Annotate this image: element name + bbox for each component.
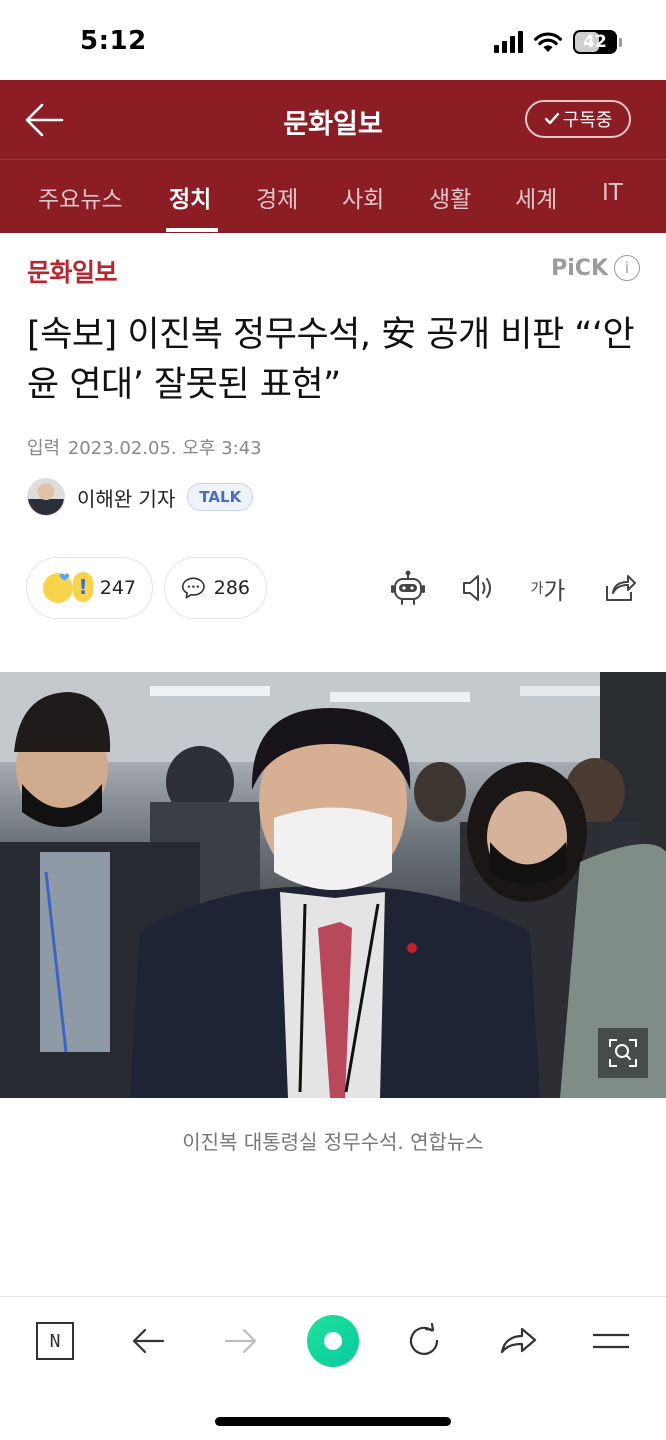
- arrow-left-icon: [132, 1328, 165, 1354]
- info-icon: i: [614, 255, 640, 281]
- subscribe-label: 구독중: [562, 110, 613, 131]
- arrow-right-icon: [224, 1328, 257, 1354]
- browser-share-button[interactable]: [494, 1317, 542, 1365]
- section-tabs: 주요뉴스 정치 경제 사회 생활 세계 IT: [0, 159, 666, 233]
- check-icon: [544, 112, 559, 125]
- browser-back-button[interactable]: [124, 1317, 172, 1365]
- font-size-button[interactable]: 가가: [528, 568, 568, 608]
- talk-button[interactable]: TALK: [187, 483, 254, 511]
- speaker-icon: [463, 575, 491, 601]
- reporter-name: 이해완 기자: [77, 486, 176, 511]
- status-bar: 5:12 42: [0, 0, 666, 80]
- reaction-count: 247: [99, 577, 136, 599]
- green-dot-button[interactable]: [307, 1315, 359, 1367]
- tab-main-news[interactable]: 주요뉴스: [38, 180, 123, 214]
- published-time: 2023.02.05. 오후 3:43: [67, 438, 262, 459]
- naver-home-button[interactable]: N: [31, 1317, 79, 1365]
- status-time: 5:12: [80, 26, 147, 56]
- battery-icon: 42: [573, 30, 617, 54]
- reporter-avatar: [27, 478, 65, 516]
- press-logo[interactable]: 문화일보: [27, 253, 118, 289]
- tab-economy[interactable]: 경제: [256, 180, 298, 214]
- wifi-icon: [534, 32, 562, 52]
- article-photo[interactable]: [0, 672, 666, 1098]
- browser-forward-button[interactable]: [217, 1317, 265, 1365]
- tab-it[interactable]: IT: [602, 180, 623, 206]
- published-date: 입력 2023.02.05. 오후 3:43: [27, 434, 262, 460]
- font-size-large-label: 가: [543, 576, 566, 605]
- green-dot-icon: [307, 1315, 359, 1367]
- reload-icon: [409, 1322, 439, 1355]
- photo-caption: 이진복 대통령실 정무수석. 연합뉴스: [182, 1130, 484, 1154]
- text-to-speech-button[interactable]: [458, 568, 498, 608]
- status-icons: 42: [494, 30, 622, 54]
- share-icon: [606, 575, 636, 601]
- robot-icon: [391, 570, 425, 605]
- active-tab-indicator: [166, 228, 218, 232]
- pick-label: PiCK: [551, 255, 608, 281]
- reaction-emoji-icon: ❤ !: [43, 571, 93, 605]
- share-button[interactable]: [600, 568, 640, 608]
- comment-icon: [181, 577, 205, 599]
- battery-level: 42: [583, 32, 607, 52]
- reaction-button[interactable]: ❤ ! 247: [26, 557, 153, 619]
- app-header: 문화일보 구독중: [0, 80, 666, 159]
- menu-button[interactable]: [587, 1317, 635, 1365]
- reload-button[interactable]: [400, 1317, 448, 1365]
- subscribe-button[interactable]: 구독중: [525, 100, 631, 138]
- pick-badge[interactable]: PiCK i: [551, 255, 640, 281]
- font-size-small-label: 가: [530, 581, 544, 597]
- comment-count: 286: [213, 577, 250, 599]
- summary-bot-button[interactable]: [388, 568, 428, 608]
- photo-zoom-button[interactable]: [598, 1028, 648, 1078]
- article-headline: [속보] 이진복 정무수석, 安 공개 비판 “‘안윤 연대’ 잘못된 표현”: [27, 315, 635, 405]
- published-label: 입력: [27, 438, 61, 459]
- share-arrow-icon: [500, 1327, 537, 1354]
- zoom-icon: [609, 1039, 637, 1067]
- reporter-byline[interactable]: 이해완 기자 TALK: [27, 478, 254, 516]
- tab-politics[interactable]: 정치: [169, 180, 211, 214]
- tab-society[interactable]: 사회: [342, 180, 384, 214]
- comment-button[interactable]: 286: [164, 557, 267, 619]
- signal-icon: [494, 31, 523, 53]
- hamburger-icon: [593, 1333, 629, 1349]
- tab-life[interactable]: 생활: [429, 180, 471, 214]
- n-logo-icon: N: [36, 1322, 74, 1360]
- home-indicator[interactable]: [215, 1417, 451, 1426]
- tab-world[interactable]: 세계: [515, 180, 557, 214]
- photo-illustration: [0, 672, 666, 1098]
